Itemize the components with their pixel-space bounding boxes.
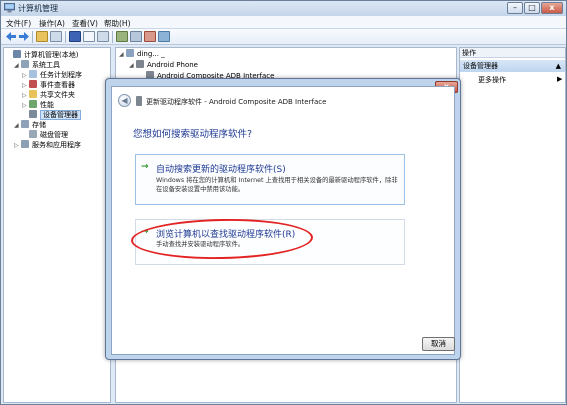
show-hide-tree-icon[interactable] xyxy=(50,31,62,42)
tree-item-icon xyxy=(29,100,37,108)
tree-item-icon xyxy=(13,50,21,58)
tree-item[interactable]: ▷ 性能 xyxy=(22,100,54,110)
computer-management-icon xyxy=(4,3,15,13)
tree-item-label: 共享文件夹 xyxy=(40,91,75,99)
device-tree-label: Android Phone xyxy=(147,61,198,69)
collapse-icon[interactable]: ▲ xyxy=(556,60,561,72)
forward-icon[interactable] xyxy=(18,31,30,42)
device-tree-label: ding... _ xyxy=(137,50,165,58)
device-tree-item[interactable]: ◢ Android Phone xyxy=(129,60,198,70)
device-tree-item[interactable]: ◢ ding... _ xyxy=(119,49,165,59)
actions-section-label: 设备管理器 xyxy=(463,62,498,70)
tree-item-icon xyxy=(21,140,29,148)
tree-item[interactable]: 磁盘管理 xyxy=(22,130,68,140)
window-title: 计算机管理 xyxy=(18,4,58,13)
actions-header: 操作 xyxy=(460,48,565,58)
navigation-tree-pane[interactable]: 计算机管理(本地) ◢ 系统工具 ▷ 任务计划程序 ▷ 事件查看器 ▷ 共享文件夹 ▷ 性能 设备管理… xyxy=(3,47,111,403)
tree-item-label: 事件查看器 xyxy=(40,81,75,89)
back-arrow-icon[interactable]: ◀ xyxy=(118,94,131,107)
minimize-button[interactable]: – xyxy=(507,2,523,14)
green-arrow-icon: → xyxy=(141,162,149,172)
expander-icon[interactable]: ▷ xyxy=(14,141,20,151)
tree-item-icon xyxy=(29,130,37,138)
tree-item[interactable]: ◢ 系统工具 xyxy=(14,60,60,70)
title-bar: 计算机管理 – □ x xyxy=(1,1,566,16)
tree-item[interactable]: ▷ 共享文件夹 xyxy=(22,90,75,100)
expander-icon[interactable]: ◢ xyxy=(129,61,135,71)
tree-item-label: 系统工具 xyxy=(32,61,60,69)
toolbar xyxy=(1,29,566,45)
auto-search-description: Windows 将在您的计算机和 Internet 上查找用于相关设备的最新驱动… xyxy=(156,177,398,193)
menu-item-1[interactable]: 操作(A) xyxy=(39,18,65,29)
close-button[interactable]: x xyxy=(541,2,563,14)
expander-icon[interactable]: ◢ xyxy=(14,121,20,131)
tree-item-icon xyxy=(29,80,37,88)
tree-item-icon xyxy=(29,70,37,78)
actions-pane: 操作 设备管理器 ▲ 更多操作 ▶ xyxy=(459,47,566,403)
submenu-arrow-icon[interactable]: ▶ xyxy=(557,75,562,83)
tree-item[interactable]: ▷ 事件查看器 xyxy=(22,80,75,90)
more-actions-link[interactable]: 更多操作 xyxy=(478,75,506,85)
menu-item-3[interactable]: 帮助(H) xyxy=(104,18,131,29)
toolbar-separator xyxy=(32,31,33,43)
toolbar-separator xyxy=(112,31,113,43)
menu-item-2[interactable]: 查看(V) xyxy=(72,18,98,29)
uninstall-icon[interactable] xyxy=(144,31,156,42)
tree-item[interactable]: ◢ 存储 xyxy=(14,120,46,130)
scan-hardware-icon[interactable] xyxy=(116,31,128,42)
tree-item-icon xyxy=(29,110,37,118)
properties-icon[interactable] xyxy=(69,31,81,42)
dialog-content: ◀ 更新驱动程序软件 - Android Composite ADB Inter… xyxy=(111,86,455,355)
menu-bar: 文件(F) 操作(A) 查看(V) 帮助(H) xyxy=(1,16,566,29)
tree-item[interactable]: ▷ 任务计划程序 xyxy=(22,70,82,80)
toolbar-separator xyxy=(65,31,66,43)
update-driver-dialog: x ◀ 更新驱动程序软件 - Android Composite ADB Int… xyxy=(105,78,461,360)
tree-item[interactable]: 计算机管理(本地) xyxy=(6,50,78,60)
expander-icon[interactable]: ◢ xyxy=(14,61,20,71)
auto-search-option[interactable]: → 自动搜索更新的驱动程序软件(S) Windows 将在您的计算机和 Inte… xyxy=(135,154,405,205)
tree-item-label: 服务和应用程序 xyxy=(32,141,81,149)
dialog-title: 更新驱动程序软件 - Android Composite ADB Interfa… xyxy=(146,98,327,106)
folder-icon[interactable] xyxy=(36,31,48,42)
tree-item-icon xyxy=(29,90,37,98)
tree-item-icon xyxy=(21,120,29,128)
dialog-question: 您想如何搜索驱动程序软件? xyxy=(133,129,253,140)
tree-item-label: 磁盘管理 xyxy=(40,131,68,139)
back-icon[interactable] xyxy=(5,31,17,42)
tree-item-label: 计算机管理(本地) xyxy=(24,51,79,59)
view-icon[interactable] xyxy=(97,31,109,42)
enable-device-icon[interactable] xyxy=(158,31,170,42)
update-driver-icon[interactable] xyxy=(130,31,142,42)
help-icon[interactable] xyxy=(83,31,95,42)
device-icon xyxy=(136,96,142,106)
expander-icon[interactable]: ◢ xyxy=(119,50,125,60)
tree-item-label: 性能 xyxy=(40,101,54,109)
tree-item[interactable]: ▷ 服务和应用程序 xyxy=(14,140,81,150)
auto-search-heading[interactable]: 自动搜索更新的驱动程序软件(S) xyxy=(156,162,286,175)
cancel-button[interactable]: 取消 xyxy=(422,337,455,351)
actions-section-device-manager[interactable]: 设备管理器 ▲ xyxy=(460,60,565,72)
maximize-button[interactable]: □ xyxy=(524,2,540,14)
tree-item-label: 设备管理器 xyxy=(40,110,81,120)
menu-item-0[interactable]: 文件(F) xyxy=(6,18,31,29)
device-icon xyxy=(136,60,144,68)
tree-item-label: 任务计划程序 xyxy=(40,71,82,79)
tree-item-icon xyxy=(21,60,29,68)
device-icon xyxy=(126,49,134,57)
tree-item-label: 存储 xyxy=(32,121,46,129)
tree-item[interactable]: 设备管理器 xyxy=(22,110,81,120)
